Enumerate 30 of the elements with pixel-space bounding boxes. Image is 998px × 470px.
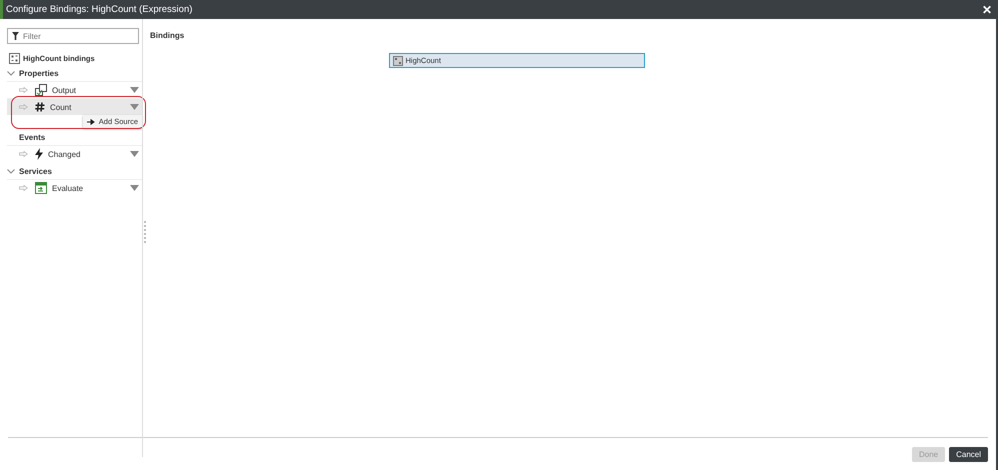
arrow-icon [86,118,95,124]
service-icon [35,182,47,194]
grid-icon [392,56,402,66]
dropdown-icon[interactable] [130,185,139,191]
arrow-icon [19,151,28,157]
hash-icon [35,102,45,112]
binding-item[interactable]: Changed [7,145,142,162]
binding-item[interactable]: Evaluate [7,179,142,196]
grid-icon [9,53,20,64]
splitter-handle[interactable] [144,221,146,243]
panel-heading: Bindings [150,31,186,40]
chevron-icon [7,70,15,76]
chevron-icon [7,168,15,174]
section-header[interactable]: Properties [7,65,142,81]
lightning-icon [35,148,43,160]
dropdown-icon[interactable] [130,104,139,110]
close-button[interactable]: ✕ [982,2,992,16]
section-header[interactable]: Services [7,163,142,179]
cancel-button[interactable]: Cancel [949,446,988,462]
arrow-icon [19,87,28,93]
window-title: Configure Bindings: HighCount (Expression) [6,4,192,15]
filter-field[interactable]: Filter [7,28,139,44]
output-icon [35,84,47,96]
dropdown-icon[interactable] [130,87,139,93]
dropdown-icon[interactable] [130,151,139,157]
arrow-icon [19,104,28,110]
section-header[interactable]: Events [7,129,142,145]
filter-icon [12,32,19,40]
arrow-icon [19,185,28,191]
binding-item[interactable]: Count [7,98,142,115]
